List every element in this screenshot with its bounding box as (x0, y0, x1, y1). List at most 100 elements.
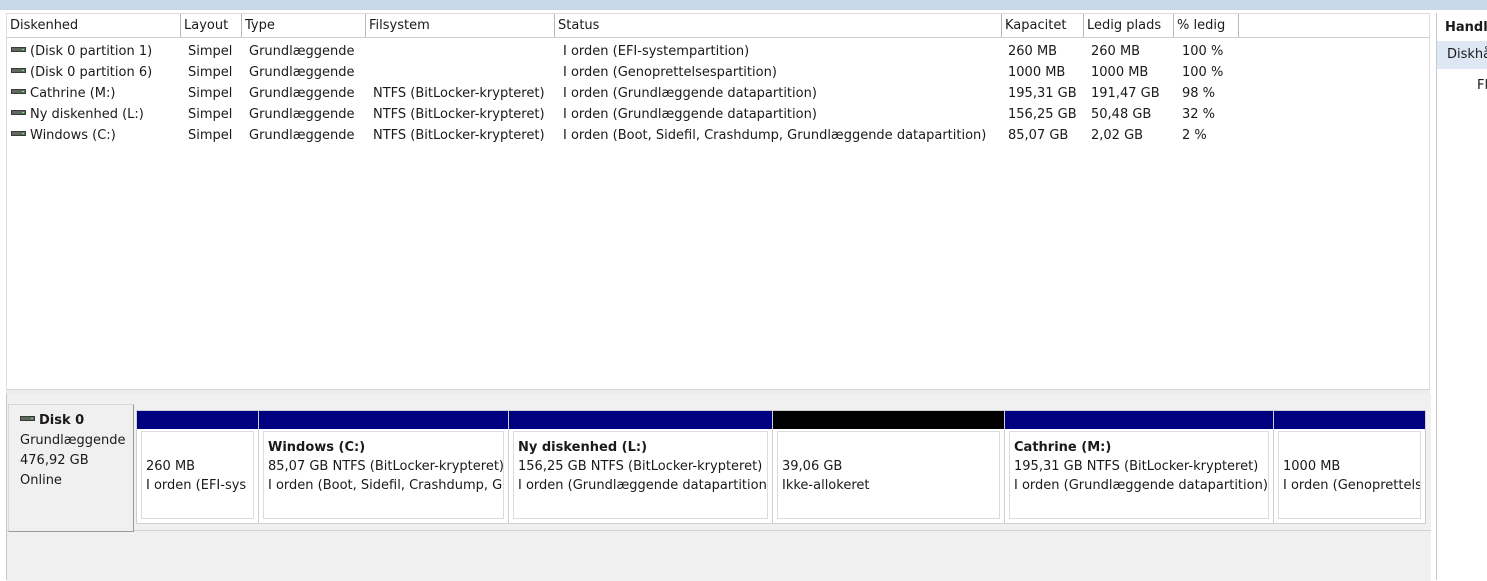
volume-type: Grundlæggende (249, 86, 355, 101)
disk-icon (11, 110, 26, 115)
volume-name: Windows (C:) (30, 128, 116, 143)
actions-pane: Handlinger Diskhåndtering Flere handling… (1436, 13, 1487, 580)
volume-filesystem: NTFS (BitLocker-krypteret) (373, 86, 545, 101)
volume-free: 1000 MB (1091, 65, 1149, 80)
column-header-pct-ledig[interactable]: % ledig (1174, 14, 1239, 37)
partition-size: 39,06 GB (782, 459, 843, 474)
disk-info-card[interactable]: Disk 0 Grundlæggende 476,92 GB Online (8, 404, 134, 532)
volume-name-cell: Windows (C:) (11, 125, 179, 146)
volume-pct-free: 98 % (1182, 86, 1216, 101)
column-header-kapacitet[interactable]: Kapacitet (1002, 14, 1084, 37)
volume-row[interactable]: Cathrine (M:) Simpel Grundlæggende NTFS … (7, 83, 1429, 104)
window-top-strip (0, 0, 1487, 10)
volume-capacity: 1000 MB (1008, 65, 1066, 80)
volume-status: I orden (Genoprettelsespartition) (563, 65, 777, 80)
column-header-diskenhed[interactable]: Diskenhed (7, 14, 181, 37)
disk-title: Disk 0 (39, 413, 85, 428)
volume-layout: Simpel (188, 86, 233, 101)
partition-size: 1000 MB (1283, 459, 1341, 474)
volume-layout: Simpel (188, 44, 233, 59)
volume-free: 2,02 GB (1091, 128, 1144, 143)
partition-bar (1005, 411, 1273, 429)
partition-efi[interactable]: 260 MB I orden (EFI-sys (136, 410, 259, 524)
partition-body: 260 MB I orden (EFI-sys (141, 431, 254, 519)
actions-section-diskhandtering[interactable]: Diskhåndtering (1437, 41, 1487, 69)
partition-status: I orden (Genoprettelsespartition) (1283, 478, 1420, 493)
partition-bar (1274, 411, 1425, 429)
partition-status: I orden (Boot, Sidefil, Crashdump, G (268, 478, 503, 493)
volume-free: 260 MB (1091, 44, 1141, 59)
column-header-filsystem[interactable]: Filsystem (366, 14, 555, 37)
volume-status: I orden (EFI-systempartition) (563, 44, 750, 59)
disk-icon (20, 416, 35, 421)
partition-name: Cathrine (M:) (1014, 440, 1112, 455)
partition-size: 156,25 GB NTFS (BitLocker-krypteret) (518, 459, 763, 474)
partition-status: I orden (Grundlæggende datapartition) (1014, 478, 1268, 493)
disk-icon (11, 47, 26, 52)
column-header-ledig-plads[interactable]: Ledig plads (1084, 14, 1174, 37)
partition-unallocated[interactable]: 39,06 GB Ikke-allokeret (772, 410, 1005, 524)
partition-body: 1000 MB I orden (Genoprettelsespartition… (1278, 431, 1421, 519)
volume-name-cell: Ny diskenhed (L:) (11, 104, 179, 125)
volume-status: I orden (Grundlæggende datapartition) (563, 86, 817, 101)
volume-layout: Simpel (188, 128, 233, 143)
volume-row[interactable]: Ny diskenhed (L:) Simpel Grundlæggende N… (7, 104, 1429, 125)
volume-layout: Simpel (188, 107, 233, 122)
disk-icon (11, 131, 26, 136)
partition-bar (259, 411, 508, 429)
volume-status: I orden (Grundlæggende datapartition) (563, 107, 817, 122)
disk-icon (11, 89, 26, 94)
volume-filesystem: NTFS (BitLocker-krypteret) (373, 128, 545, 143)
partition-bar (137, 411, 258, 429)
disk-size: 476,92 GB (20, 453, 89, 468)
partition-ny-diskenhed[interactable]: Ny diskenhed (L:) 156,25 GB NTFS (BitLoc… (508, 410, 773, 524)
volume-filesystem: NTFS (BitLocker-krypteret) (373, 107, 545, 122)
partition-body: Windows (C:) 85,07 GB NTFS (BitLocker-kr… (263, 431, 504, 519)
partition-body: 39,06 GB Ikke-allokeret (777, 431, 1000, 519)
volume-row[interactable]: Windows (C:) Simpel Grundlæggende NTFS (… (7, 125, 1429, 146)
partition-name: Windows (C:) (268, 440, 366, 455)
volume-free: 50,48 GB (1091, 107, 1152, 122)
volume-status: I orden (Boot, Sidefil, Crashdump, Grund… (563, 128, 987, 143)
volume-free: 191,47 GB (1091, 86, 1160, 101)
volume-type: Grundlæggende (249, 128, 355, 143)
partition-windows[interactable]: Windows (C:) 85,07 GB NTFS (BitLocker-kr… (258, 410, 509, 524)
partition-size: 85,07 GB NTFS (BitLocker-krypteret) (268, 459, 504, 474)
volume-name-cell: Cathrine (M:) (11, 83, 179, 104)
volume-name: Ny diskenhed (L:) (30, 107, 144, 122)
volume-list[interactable]: Diskenhed Layout Type Filsystem Status K… (6, 13, 1430, 391)
partition-body: Ny diskenhed (L:) 156,25 GB NTFS (BitLoc… (513, 431, 768, 519)
volume-name: (Disk 0 partition 1) (30, 44, 153, 59)
volume-capacity: 156,25 GB (1008, 107, 1077, 122)
disk-graphical-view: Disk 0 Grundlæggende 476,92 GB Online 26… (6, 394, 1431, 581)
volume-pct-free: 100 % (1182, 65, 1224, 80)
partition-bar-unallocated (773, 411, 1004, 429)
volume-row[interactable]: (Disk 0 partition 6) Simpel Grundlæggend… (7, 62, 1429, 83)
volume-capacity: 260 MB (1008, 44, 1058, 59)
volume-layout: Simpel (188, 65, 233, 80)
column-header-status[interactable]: Status (555, 14, 1002, 37)
column-header-type[interactable]: Type (242, 14, 366, 37)
volume-row[interactable]: (Disk 0 partition 1) Simpel Grundlæggend… (7, 41, 1429, 62)
partition-status: I orden (EFI-sys (146, 478, 247, 493)
volume-pct-free: 2 % (1182, 128, 1207, 143)
partition-body: Cathrine (M:) 195,31 GB NTFS (BitLocker-… (1009, 431, 1269, 519)
volume-name-cell: (Disk 0 partition 1) (11, 41, 179, 62)
partition-size: 260 MB (146, 459, 196, 474)
partition-cathrine[interactable]: Cathrine (M:) 195,31 GB NTFS (BitLocker-… (1004, 410, 1274, 524)
actions-more-item[interactable]: Flere handlinger (1437, 69, 1487, 97)
actions-title: Handlinger (1445, 20, 1487, 35)
volume-pct-free: 32 % (1182, 107, 1216, 122)
partition-recovery[interactable]: 1000 MB I orden (Genoprettelsespartition… (1273, 410, 1426, 524)
disk-state: Online (20, 473, 62, 488)
volume-type: Grundlæggende (249, 65, 355, 80)
graph-empty-area (7, 530, 1431, 581)
volume-name: Cathrine (M:) (30, 86, 116, 101)
partition-size: 195,31 GB NTFS (BitLocker-krypteret) (1014, 459, 1259, 474)
volume-type: Grundlæggende (249, 107, 355, 122)
disk-icon (11, 68, 26, 73)
column-header-layout[interactable]: Layout (181, 14, 242, 37)
column-header: Diskenhed Layout Type Filsystem Status K… (7, 14, 1429, 38)
volume-name-cell: (Disk 0 partition 6) (11, 62, 179, 83)
volume-pct-free: 100 % (1182, 44, 1224, 59)
